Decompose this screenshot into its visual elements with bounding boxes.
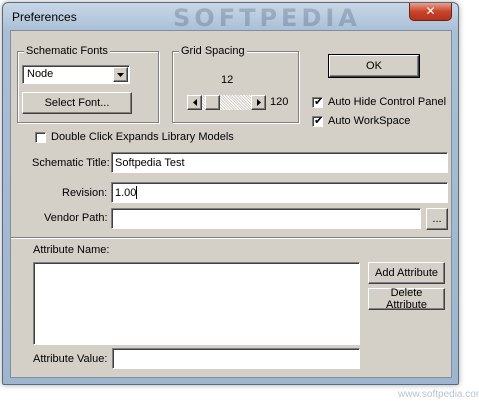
revision-input[interactable] <box>111 182 448 203</box>
select-font-button[interactable]: Select Font... <box>22 92 132 114</box>
browse-button[interactable]: ... <box>426 208 448 230</box>
schematic-title-label: Schematic Title: <box>32 157 110 169</box>
grid-spacing-slider[interactable] <box>187 95 266 110</box>
attribute-value-input[interactable] <box>112 348 360 369</box>
dialog-client-area: Schematic Fonts Node Select Font... Grid… <box>10 30 452 378</box>
text-caret <box>136 186 137 199</box>
grid-spacing-group: Grid Spacing 12 120 <box>172 45 299 123</box>
double-click-label: Double Click Expands Library Models <box>51 131 234 143</box>
checkmark-icon: ✔ <box>314 95 324 108</box>
preferences-window: Preferences SOFTPEDIA ✕ Schematic Fonts … <box>2 2 459 385</box>
vendor-path-label: Vendor Path: <box>44 212 108 224</box>
font-select-value: Node <box>27 68 54 80</box>
arrow-left-icon <box>192 99 197 106</box>
revision-label: Revision: <box>62 187 108 199</box>
slider-left-arrow[interactable] <box>187 95 202 110</box>
auto-hide-checkbox[interactable]: ✔ <box>312 95 324 108</box>
browse-button-label: ... <box>432 213 442 225</box>
schematic-title-input[interactable] <box>111 152 448 173</box>
grid-spacing-value: 12 <box>221 74 234 86</box>
title-bar[interactable]: Preferences SOFTPEDIA ✕ <box>3 3 458 32</box>
arrow-right-icon <box>256 99 261 106</box>
chevron-down-icon <box>117 72 124 77</box>
attribute-value-label: Attribute Value: <box>33 353 108 365</box>
slider-thumb[interactable] <box>205 95 221 110</box>
attribute-name-label: Attribute Name: <box>33 244 110 256</box>
font-select[interactable]: Node <box>22 65 130 84</box>
auto-workspace-label: Auto WorkSpace <box>328 115 411 127</box>
slider-right-arrow[interactable] <box>251 95 266 110</box>
footer-watermark: www.softpedia.com <box>398 389 479 400</box>
grid-spacing-max: 120 <box>270 96 289 108</box>
font-select-dropdown-button[interactable] <box>113 67 128 82</box>
checkmark-icon: ✔ <box>314 114 324 127</box>
grid-spacing-label: Grid Spacing <box>179 45 247 57</box>
add-attribute-button[interactable]: Add Attribute <box>368 262 445 284</box>
ok-button-label: OK <box>366 60 382 72</box>
attribute-name-list[interactable] <box>33 262 360 345</box>
select-font-button-label: Select Font... <box>44 97 110 109</box>
window-title: Preferences <box>12 10 77 24</box>
delete-attribute-button[interactable]: Delete Attribute <box>368 287 445 311</box>
vendor-path-input[interactable] <box>111 208 421 229</box>
auto-workspace-checkbox[interactable]: ✔ <box>312 114 324 127</box>
schematic-fonts-label: Schematic Fonts <box>24 45 110 57</box>
ok-button[interactable]: OK <box>328 54 420 78</box>
close-button[interactable]: ✕ <box>409 3 452 21</box>
softpedia-watermark: SOFTPEDIA <box>173 4 361 32</box>
add-attribute-button-label: Add Attribute <box>375 267 438 279</box>
schematic-fonts-group: Schematic Fonts Node Select Font... <box>17 45 159 123</box>
section-divider <box>11 237 451 239</box>
close-icon: ✕ <box>425 4 436 18</box>
delete-attribute-button-label: Delete Attribute <box>386 287 427 311</box>
double-click-checkbox[interactable] <box>35 132 46 143</box>
auto-hide-label: Auto Hide Control Panel <box>328 96 447 108</box>
